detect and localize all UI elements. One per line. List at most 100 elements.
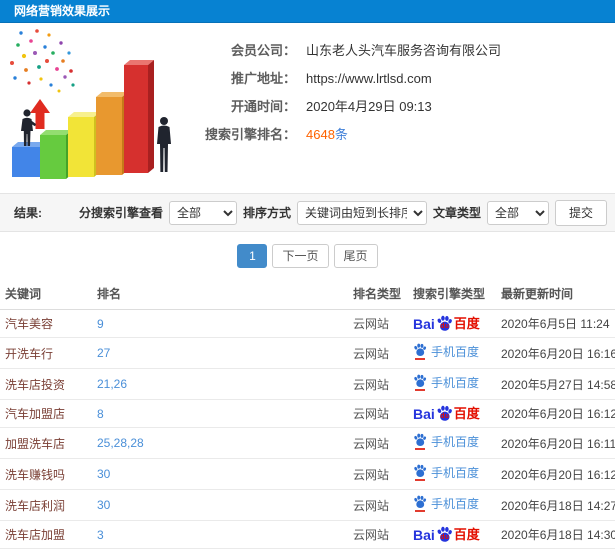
rank-type-cell: 云网站 xyxy=(348,427,408,459)
company-row: 会员公司： 山东老人头汽车服务咨询有限公司 xyxy=(186,37,501,65)
sort-mode-label: 排序方式 xyxy=(242,206,291,220)
col-rank: 排名 xyxy=(92,278,348,310)
updated-cell: 2020年6月20日 16:12 xyxy=(496,458,615,490)
bar-orange xyxy=(96,92,128,175)
businessman-right xyxy=(157,117,171,172)
rank-link[interactable]: 8 xyxy=(97,407,104,421)
businessman-left xyxy=(21,109,36,146)
engine-cell: Baidu百度 手机百度 xyxy=(408,399,496,428)
rank-cell: 27 xyxy=(92,337,348,369)
updated-cell: 2020年6月5日 11:24 xyxy=(496,309,615,338)
confetti-dots xyxy=(10,29,75,93)
bar-yellow xyxy=(68,112,100,177)
engine-cell: Baidu百度 手机百度 xyxy=(408,489,496,521)
baidu-logo: Bai du 百度 xyxy=(413,405,480,422)
rank-cell: 25,28,28 xyxy=(92,427,348,459)
table-row: 汽车加盟店 8 云网站 Baidu百度 手机百度 2020年6月20日 16:1… xyxy=(0,399,615,428)
rank-count-value: 4648条 xyxy=(306,121,348,149)
engine-cell: Baidu百度 手机百度 xyxy=(408,337,496,369)
rank-link[interactable]: 9 xyxy=(97,317,104,331)
page-1-button[interactable]: 1 xyxy=(237,244,268,268)
mobile-baidu-paw-icon xyxy=(413,374,427,391)
submit-button[interactable]: 提交 xyxy=(554,199,607,226)
article-type-label: 文章类型 xyxy=(432,206,481,220)
engine-cell: Baidu百度 手机百度 xyxy=(408,520,496,549)
mobile-baidu-logo: 手机百度 xyxy=(413,343,479,360)
updated-cell: 2020年6月20日 16:12 xyxy=(496,399,615,428)
rank-type-cell: 云网站 xyxy=(348,309,408,338)
baidu-paw-icon: du xyxy=(436,526,453,543)
results-label: 结果: xyxy=(14,206,42,220)
rank-cell: 21,26 xyxy=(92,368,348,400)
mobile-baidu-logo: 手机百度 xyxy=(413,374,479,391)
keyword-cell: 洗车店投资 xyxy=(0,368,92,400)
baidu-paw-icon: du xyxy=(436,315,453,332)
company-label: 会员公司： xyxy=(230,43,296,58)
bar-green xyxy=(40,130,72,179)
bar-chart-graphic xyxy=(10,29,171,179)
table-row: 洗车赚钱吗 30 云网站 Baidu百度 手机百度 2020年6月20日 16:… xyxy=(0,458,615,490)
filter-bar: 结果: 分搜索引擎查看 全部 排序方式 关键词由短到长排序 文章类型 全部 提交 xyxy=(0,193,615,232)
engine-filter-label: 分搜索引擎查看 xyxy=(78,206,163,220)
mobile-baidu-paw-icon xyxy=(413,343,427,360)
engine-filter-select[interactable]: 全部 xyxy=(168,200,237,225)
marketing-report-page: 网络营销效果展示 会员公司： 山东老人头汽车服务咨询有限公司 推广地址： htt… xyxy=(0,0,615,549)
rank-link[interactable]: 21,26 xyxy=(97,377,127,391)
rank-type-cell: 云网站 xyxy=(348,489,408,521)
pagination: 1 下一页 尾页 xyxy=(0,232,615,278)
engine-cell: Baidu百度 手机百度 xyxy=(408,309,496,338)
company-link[interactable]: 山东老人头汽车服务咨询有限公司 xyxy=(306,37,501,65)
filter-controls: 分搜索引擎查看 全部 排序方式 关键词由短到长排序 文章类型 全部 提交 xyxy=(78,199,607,226)
keyword-cell: 汽车加盟店 xyxy=(0,399,92,428)
keyword-cell: 汽车美容 xyxy=(0,309,92,338)
updated-cell: 2020年6月20日 16:11 xyxy=(496,427,615,459)
account-info-rows: 会员公司： 山东老人头汽车服务咨询有限公司 推广地址： https://www.… xyxy=(186,23,501,193)
mobile-baidu-paw-icon xyxy=(413,464,427,481)
rank-count-label: 搜索引擎排名： xyxy=(204,127,296,142)
col-keyword: 关键词 xyxy=(0,278,92,310)
mobile-baidu-logo: 手机百度 xyxy=(413,433,479,450)
table-row: 洗车店加盟 3 云网站 Baidu百度 手机百度 2020年6月18日 14:3… xyxy=(0,520,615,549)
mobile-baidu-logo: 手机百度 xyxy=(413,464,479,481)
rank-type-cell: 云网站 xyxy=(348,368,408,400)
mobile-baidu-logo: 手机百度 xyxy=(413,495,479,512)
engine-cell: Baidu百度 手机百度 xyxy=(408,368,496,400)
updated-cell: 2020年5月27日 14:58 xyxy=(496,368,615,400)
article-type-select[interactable]: 全部 xyxy=(486,200,549,225)
keyword-cell: 洗车赚钱吗 xyxy=(0,458,92,490)
rank-link[interactable]: 3 xyxy=(97,528,104,542)
account-info-section: 会员公司： 山东老人头汽车服务咨询有限公司 推广地址： https://www.… xyxy=(0,23,615,193)
sort-mode-select[interactable]: 关键词由短到长排序 xyxy=(296,200,427,225)
rank-link[interactable]: 27 xyxy=(97,346,110,360)
baidu-logo-latin: Bai xyxy=(413,315,435,332)
open-time-label: 开通时间： xyxy=(230,99,296,114)
open-time-row: 开通时间： 2020年4月29日 09:13 xyxy=(186,93,501,121)
bar-red xyxy=(124,60,154,173)
rank-type-cell: 云网站 xyxy=(348,520,408,549)
rank-count-number: 4648 xyxy=(306,127,335,142)
updated-cell: 2020年6月18日 14:30 xyxy=(496,520,615,549)
next-page-button[interactable]: 下一页 xyxy=(272,244,329,268)
rank-type-cell: 云网站 xyxy=(348,458,408,490)
page-header: 网络营销效果展示 xyxy=(0,0,615,23)
promotion-url-link[interactable]: https://www.lrtlsd.com xyxy=(306,65,432,93)
col-engine-type: 搜索引擎类型 xyxy=(408,278,496,310)
rank-link[interactable]: 30 xyxy=(97,498,110,512)
baidu-du-text: du xyxy=(440,322,449,330)
rank-cell: 8 xyxy=(92,399,348,428)
col-updated: 最新更新时间 xyxy=(496,278,615,310)
rank-link[interactable]: 25,28,28 xyxy=(97,436,144,450)
rank-cell: 30 xyxy=(92,489,348,521)
growth-bar-chart-illustration xyxy=(0,23,186,191)
keyword-cell: 加盟洗车店 xyxy=(0,427,92,459)
mobile-baidu-paw-icon xyxy=(413,433,427,450)
last-page-button[interactable]: 尾页 xyxy=(333,244,378,268)
rank-link[interactable]: 30 xyxy=(97,467,110,481)
engine-cell: Baidu百度 手机百度 xyxy=(408,427,496,459)
keyword-cell: 洗车店利润 xyxy=(0,489,92,521)
engine-cell: Baidu百度 手机百度 xyxy=(408,458,496,490)
rank-cell: 30 xyxy=(92,458,348,490)
page-title: 网络营销效果展示 xyxy=(14,4,111,18)
keyword-ranking-table: 关键词 排名 排名类型 搜索引擎类型 最新更新时间 汽车美容 9 云网站 Bai… xyxy=(0,278,615,549)
baidu-logo-cn: 百度 xyxy=(453,316,480,331)
